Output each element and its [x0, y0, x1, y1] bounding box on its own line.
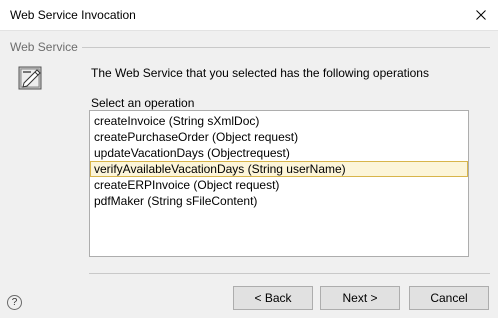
close-button[interactable]: [464, 0, 498, 30]
operations-description: The Web Service that you selected has th…: [91, 66, 429, 80]
list-item-operation[interactable]: pdfMaker (String sFileContent): [90, 193, 468, 209]
list-item-operation[interactable]: createPurchaseOrder (Object request): [90, 129, 468, 145]
footer-divider: [89, 273, 490, 274]
list-item-operation[interactable]: verifyAvailableVacationDays (String user…: [90, 161, 468, 177]
web-service-wizard-icon: [18, 66, 42, 90]
title-bar: Web Service Invocation: [0, 0, 498, 31]
web-service-invocation-dialog: Web Service Invocation Web Service The W…: [0, 0, 498, 318]
close-icon: [476, 10, 486, 20]
section-divider: [82, 47, 490, 48]
help-icon[interactable]: ?: [7, 295, 22, 310]
cancel-button[interactable]: Cancel: [409, 286, 489, 310]
section-header: Web Service: [10, 40, 78, 54]
select-operation-label: Select an operation: [91, 96, 195, 110]
list-item-operation[interactable]: createERPInvoice (Object request): [90, 177, 468, 193]
next-button[interactable]: Next >: [320, 286, 400, 310]
operations-listbox[interactable]: createInvoice (String sXmlDoc) createPurc…: [89, 110, 469, 257]
list-item-operation[interactable]: updateVacationDays (Objectrequest): [90, 145, 468, 161]
window-title: Web Service Invocation: [10, 8, 136, 22]
back-button[interactable]: < Back: [233, 286, 313, 310]
list-item-operation[interactable]: createInvoice (String sXmlDoc): [90, 113, 468, 129]
